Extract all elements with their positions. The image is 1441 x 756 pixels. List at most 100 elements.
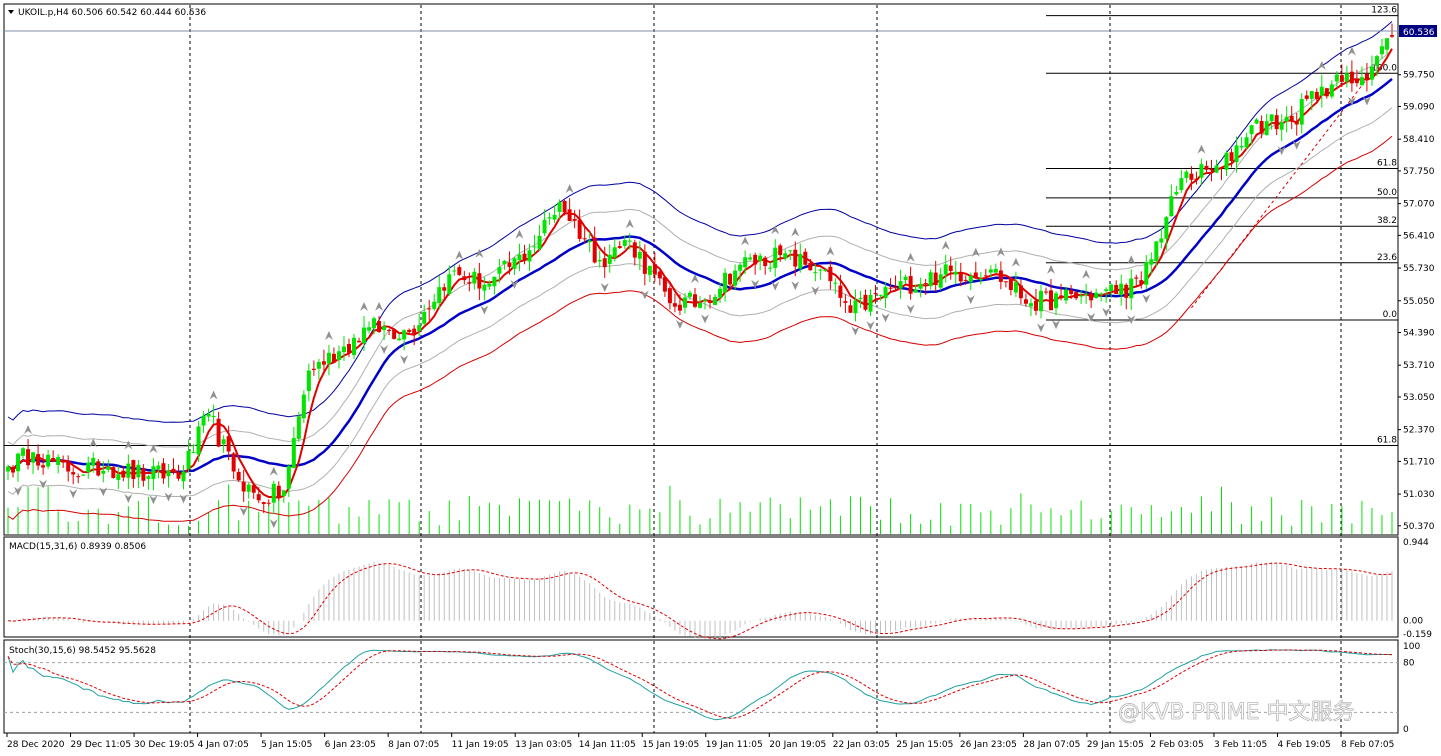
time-axis-label: 6 Jan 23:05 — [325, 740, 376, 750]
candle-body — [818, 269, 823, 271]
candle-body — [652, 264, 657, 275]
candle-body — [898, 281, 903, 289]
fib-level-label: 23.6 — [1377, 253, 1397, 263]
candle-body — [1384, 38, 1389, 50]
candle-body — [1244, 137, 1249, 148]
candle-body — [1154, 241, 1159, 262]
candle-body — [793, 249, 798, 267]
fib-level-label: 61.8 — [1377, 159, 1397, 169]
candle-body — [266, 502, 271, 504]
candle-body — [336, 351, 341, 361]
candle-body — [146, 476, 151, 479]
price-axis-label: 56.410 — [1403, 231, 1435, 241]
candle-body — [26, 449, 31, 466]
candle-body — [296, 416, 301, 439]
candle-body — [497, 267, 502, 274]
candle-body — [1314, 91, 1319, 99]
candle-body — [973, 272, 978, 279]
candle-body — [1204, 165, 1209, 170]
candle-body — [427, 308, 432, 310]
candle-body — [1309, 91, 1314, 99]
candle-body — [372, 318, 377, 329]
candle-body — [803, 251, 808, 265]
candle-body — [357, 340, 362, 343]
candle-body — [778, 245, 783, 256]
time-axis-label: 5 Jan 15:05 — [261, 740, 312, 750]
candle-body — [1214, 165, 1219, 173]
candle-body — [86, 462, 91, 473]
candle-body — [958, 273, 963, 282]
candle-body — [452, 270, 457, 272]
candle-body — [943, 264, 948, 275]
candle-body — [362, 327, 367, 344]
candle-body — [1084, 293, 1089, 295]
candle-body — [11, 466, 16, 473]
candle-body — [1184, 171, 1189, 178]
candle-body — [437, 287, 442, 303]
stoch-axis-label: 80 — [1403, 659, 1415, 669]
time-axis-label: 3 Feb 11:05 — [1214, 740, 1267, 750]
candle-body — [1164, 217, 1169, 239]
fib-level-label: 61.8 — [1377, 436, 1397, 446]
candle-body — [482, 284, 487, 291]
candle-body — [1224, 152, 1229, 170]
price-axis-label: 53.050 — [1403, 393, 1435, 403]
candle-body — [577, 219, 582, 239]
candle-body — [1109, 284, 1114, 291]
candle-body — [181, 471, 186, 482]
candle-body — [743, 257, 748, 268]
candle-body — [101, 470, 106, 474]
candle-body — [868, 295, 873, 312]
price-axis-label: 55.730 — [1403, 264, 1435, 274]
candle-body — [878, 294, 883, 296]
candle-body — [492, 276, 497, 287]
symbol-header: UKOIL.p,H4 60.506 60.542 60.444 60.536 — [18, 8, 206, 18]
candle-body — [838, 285, 843, 298]
candle-body — [251, 485, 256, 493]
candle-body — [161, 463, 166, 479]
macd-axis-label: 0.944 — [1403, 538, 1429, 548]
candle-body — [718, 288, 723, 298]
candle-body — [657, 271, 662, 279]
candle-body — [918, 283, 923, 289]
candle-body — [397, 338, 402, 341]
candle-body — [166, 470, 171, 477]
candle-body — [567, 209, 572, 221]
price-axis-label: 50.370 — [1403, 522, 1435, 532]
candle-body — [953, 271, 958, 275]
candle-body — [462, 276, 467, 281]
watermark: @KVB PRIME 中文服务 — [1118, 700, 1354, 725]
price-axis-label: 57.750 — [1403, 167, 1435, 177]
time-axis-label: 14 Jan 11:05 — [579, 740, 636, 750]
candle-body — [111, 467, 116, 478]
candle-body — [422, 311, 427, 324]
candle-body — [632, 242, 637, 258]
time-axis-label: 2 Feb 03:05 — [1150, 740, 1203, 750]
candle-body — [472, 271, 477, 284]
candle-body — [447, 274, 452, 294]
candle-body — [988, 269, 993, 273]
price-axis-label: 59.750 — [1403, 71, 1435, 81]
candle-body — [1144, 262, 1149, 285]
candle-body — [141, 468, 146, 481]
candle-body — [352, 337, 356, 355]
candle-body — [512, 258, 517, 269]
candle-body — [748, 257, 753, 260]
candle-body — [1274, 115, 1279, 130]
candle-body — [201, 415, 206, 426]
candle-body — [76, 476, 81, 478]
candle-body — [1339, 75, 1344, 82]
time-axis-label: 29 Dec 11:05 — [71, 740, 132, 750]
candle-body — [1269, 114, 1274, 122]
fib-level-label: 0.0 — [1383, 310, 1398, 320]
candle-body — [1334, 74, 1339, 82]
candle-body — [241, 481, 246, 492]
candle-body — [1049, 290, 1054, 311]
candle-body — [1279, 121, 1284, 130]
candle-body — [893, 286, 898, 289]
candle-body — [783, 253, 788, 259]
candle-body — [1054, 293, 1059, 309]
candle-body — [1219, 167, 1224, 169]
time-axis-label: 28 Dec 2020 — [7, 740, 65, 750]
candle-body — [923, 283, 928, 285]
